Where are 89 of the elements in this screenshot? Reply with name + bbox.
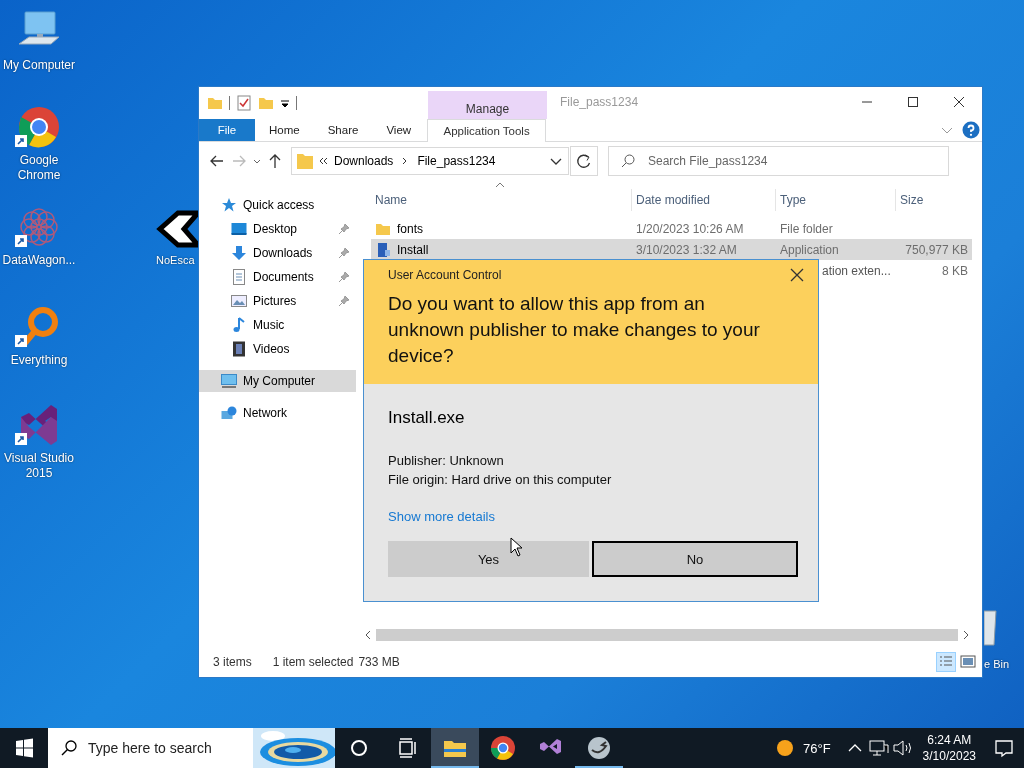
help-icon[interactable] — [962, 121, 980, 139]
dialog-button[interactable]: No — [592, 541, 798, 577]
nav-item[interactable]: Documents — [199, 266, 356, 288]
ribbon-tab[interactable]: Home — [255, 119, 314, 141]
table-cell: 1/20/2023 10:26 AM — [636, 221, 744, 236]
breadcrumb-item[interactable]: Downloads — [332, 154, 396, 168]
nav-item-label[interactable]: Documents — [253, 270, 332, 284]
download-arrow-icon — [231, 245, 247, 261]
address-bar[interactable]: Downloads File_pass1234 — [291, 147, 569, 175]
clock-button[interactable]: 6:24 AM 3/10/2023 — [914, 732, 984, 764]
dialog-title: User Account Control — [388, 268, 502, 282]
installer-icon — [375, 241, 391, 258]
column-header[interactable]: Type — [776, 189, 896, 211]
search-field[interactable]: Search File_pass1234 — [608, 146, 949, 176]
status-text: 733 MB — [358, 655, 400, 669]
network-icon — [221, 405, 237, 421]
clock-date: 3/10/2023 — [922, 748, 976, 764]
ribbon-tab[interactable]: Share — [313, 119, 373, 141]
computer-icon — [221, 373, 237, 389]
nav-item[interactable]: My Computer — [199, 370, 356, 392]
nav-item-label[interactable]: My Computer — [243, 374, 350, 388]
context-tab-header[interactable]: Manage — [428, 91, 547, 119]
nav-item-label[interactable]: Quick access — [243, 198, 350, 212]
document-icon — [231, 269, 247, 285]
table-cell: File folder — [780, 221, 833, 236]
folder-icon — [296, 152, 314, 170]
ribbon-tab[interactable]: Application Tools — [427, 119, 547, 142]
nav-item-label[interactable]: Desktop — [253, 222, 332, 236]
nav-item[interactable]: Downloads — [199, 242, 356, 264]
table-cell: 3/10/2023 1:32 AM — [636, 242, 737, 257]
mouse-cursor-icon — [510, 537, 524, 557]
status-text: 1 item selected — [272, 655, 354, 669]
details-link[interactable]: Show more details — [388, 509, 495, 524]
nav-item[interactable]: Desktop — [199, 218, 356, 240]
nav-item-label[interactable]: Pictures — [253, 294, 332, 308]
desktop-icon — [231, 221, 247, 237]
star-icon — [221, 197, 237, 213]
publisher-text: Publisher: Unknown — [388, 452, 504, 470]
picture-icon — [231, 293, 247, 309]
nav-item[interactable]: Pictures — [199, 290, 356, 312]
file-origin-text: File origin: Hard drive on this computer — [388, 471, 612, 489]
desktop-icon-label[interactable]: Google Chrome — [0, 153, 78, 183]
desktop-icon-label[interactable]: e Bin — [984, 657, 1010, 672]
desktop-icon-label[interactable]: DataWagon... — [0, 253, 78, 268]
ribbon-tab[interactable]: File — [199, 119, 255, 141]
table-cell: 750,977 KB — [905, 242, 968, 257]
taskbar-app-button[interactable] — [431, 728, 479, 768]
breadcrumb-item[interactable]: File_pass1234 — [415, 154, 498, 168]
sort-caret-icon[interactable] — [495, 181, 505, 189]
desktop-icon-label[interactable]: Visual Studio 2015 — [0, 451, 78, 481]
desktop-icon-label[interactable]: Everything — [0, 353, 78, 368]
search-icon — [60, 739, 78, 757]
nav-item[interactable]: Music — [199, 314, 356, 336]
file-row[interactable]: fonts 1/20/2023 10:26 AM File folder — [371, 218, 972, 239]
table-cell: Install — [397, 242, 429, 257]
refresh-icon[interactable] — [570, 146, 598, 176]
desktop-icon-label[interactable]: My Computer — [0, 58, 78, 73]
program-name: Install.exe — [388, 408, 465, 428]
table-cell: 8 KB — [942, 263, 968, 278]
nav-item[interactable]: Network — [199, 402, 356, 424]
close-icon[interactable] — [790, 268, 804, 282]
scrollbar-thumb[interactable] — [376, 628, 958, 641]
ribbon-tab[interactable]: View — [372, 119, 426, 141]
column-header[interactable]: Name — [371, 189, 632, 211]
music-note-icon — [231, 317, 247, 333]
nav-item[interactable]: Videos — [199, 338, 356, 360]
table-cell: Application — [780, 242, 839, 257]
sun-icon[interactable] — [775, 738, 795, 758]
properties-icon[interactable] — [236, 95, 252, 111]
nav-item[interactable]: Quick access — [199, 194, 356, 216]
nav-item-label[interactable]: Downloads — [253, 246, 332, 260]
weather-text[interactable]: 76°F — [803, 740, 831, 756]
status-text: 3 items — [213, 655, 252, 669]
table-cell: ation exten... — [822, 263, 891, 278]
desktop-icon-label[interactable]: NoEsca — [156, 253, 195, 268]
nav-item-label[interactable]: Music — [253, 318, 350, 332]
window-title: File_pass1234 — [559, 94, 639, 111]
column-header[interactable]: Size — [896, 189, 972, 211]
nav-item-label[interactable]: Videos — [253, 342, 350, 356]
taskbar-search-field[interactable]: Type here to search — [48, 728, 253, 768]
nav-item-label[interactable]: Network — [243, 406, 350, 420]
file-row[interactable]: Install 3/10/2023 1:32 AM Application 750,977 KB — [371, 239, 972, 260]
clock-time: 6:24 AM — [926, 732, 973, 748]
film-icon — [231, 341, 247, 357]
dialog-button[interactable]: Yes — [388, 541, 589, 577]
dialog-question: Do you want to allow this app from an unknown publisher to make changes to your device? — [388, 292, 761, 368]
column-header[interactable]: Date modified — [632, 189, 776, 211]
search-icon — [620, 153, 636, 169]
table-cell: fonts — [397, 221, 423, 236]
